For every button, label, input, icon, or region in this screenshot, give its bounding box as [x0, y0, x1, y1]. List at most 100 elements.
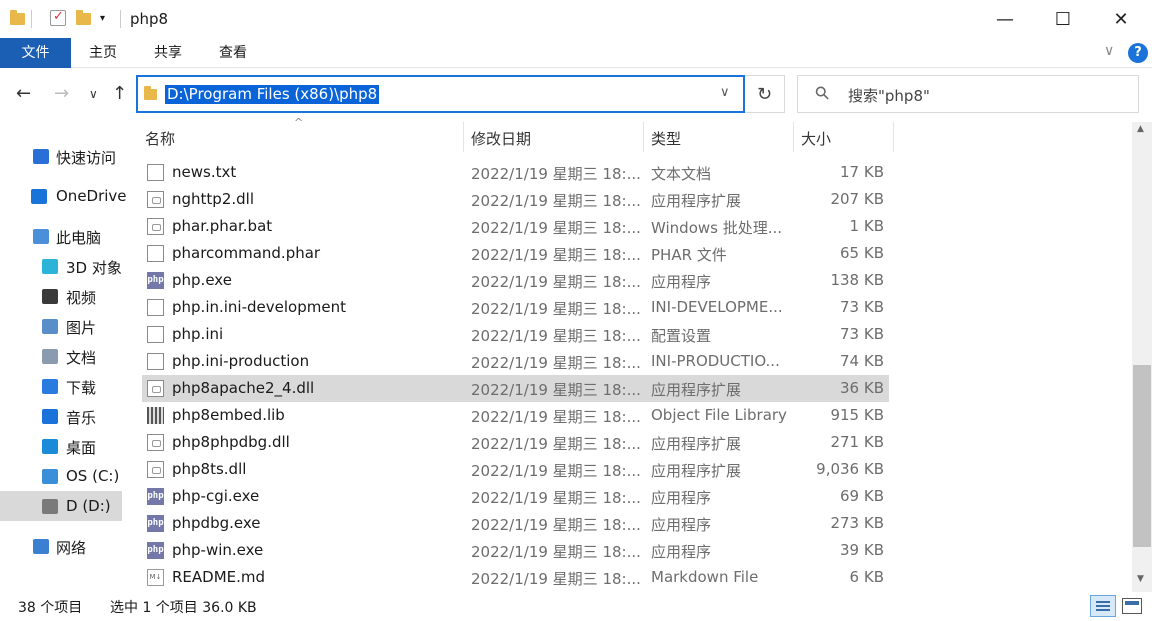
- film-icon: [42, 289, 58, 304]
- details-view-icon[interactable]: [1090, 595, 1116, 617]
- tab-home[interactable]: 主页: [80, 38, 126, 68]
- file-name: php.ini-production: [172, 352, 310, 370]
- sidebar-item[interactable]: 文档: [0, 341, 122, 371]
- file-row[interactable]: nghttp2.dll 2022/1/19 星期三 18:... 应用程序扩展 207…: [142, 186, 889, 213]
- file-size: 73 KB: [840, 298, 884, 316]
- sidebar-item[interactable]: D (D:): [0, 491, 122, 521]
- file-type: 应用程序扩展: [651, 435, 742, 453]
- refresh-button[interactable]: ↻: [745, 75, 785, 113]
- column-header-date[interactable]: 修改日期: [471, 128, 531, 149]
- sidebar-item[interactable]: 网络: [0, 531, 122, 561]
- vertical-scrollbar[interactable]: ▲ ▼: [1132, 122, 1152, 592]
- file-row[interactable]: php php-cgi.exe 2022/1/19 星期三 18:... 应用程序 69…: [142, 483, 889, 510]
- file-date: 2022/1/19 星期三 18:...: [471, 327, 641, 345]
- help-icon[interactable]: ?: [1128, 43, 1148, 63]
- folder-icon: [10, 10, 26, 26]
- status-bar: 38 个项目 选中 1 个项目 36.0 KB: [0, 592, 1152, 621]
- file-row[interactable]: M↓ README.md 2022/1/19 星期三 18:... Markdown …: [142, 564, 889, 591]
- file-name: phar.phar.bat: [172, 217, 273, 235]
- minimize-button[interactable]: —: [976, 0, 1034, 38]
- properties-icon[interactable]: ✓: [50, 9, 66, 26]
- sidebar-item[interactable]: 快速访问: [0, 141, 122, 171]
- sidebar-item[interactable]: 此电脑: [0, 221, 122, 251]
- cube-icon: [42, 259, 58, 274]
- forward-button[interactable]: →: [54, 83, 69, 104]
- file-row[interactable]: pharcommand.phar 2022/1/19 星期三 18:... PHAR…: [142, 240, 889, 267]
- file-row[interactable]: php8embed.lib 2022/1/19 星期三 18:... Object …: [142, 402, 889, 429]
- file-row[interactable]: php8apache2_4.dll 2022/1/19 星期三 18:... 应用程…: [142, 375, 889, 402]
- tab-share[interactable]: 共享: [145, 38, 191, 68]
- file-name: php-win.exe: [172, 541, 264, 559]
- file-icon: [147, 245, 164, 262]
- file-type: INI-DEVELOPME...: [651, 298, 783, 316]
- dll-icon: [147, 461, 164, 478]
- file-row[interactable]: php8ts.dll 2022/1/19 星期三 18:... 应用程序扩展 9,03…: [142, 456, 889, 483]
- address-path[interactable]: D:\Program Files (x86)\php8: [165, 85, 380, 104]
- column-header-type[interactable]: 类型: [651, 128, 681, 149]
- markdown-icon: M↓: [147, 569, 164, 586]
- back-button[interactable]: ←: [16, 83, 31, 104]
- star-icon: [33, 149, 49, 164]
- ribbon-expand-icon[interactable]: ∨: [1104, 43, 1114, 59]
- file-row[interactable]: php.in.ini-development 2022/1/19 星期三 18:.…: [142, 294, 889, 321]
- address-bar[interactable]: D:\Program Files (x86)\php8 ∨: [136, 75, 745, 113]
- sidebar-item[interactable]: OS (C:): [0, 461, 122, 491]
- file-size: 65 KB: [840, 244, 884, 262]
- file-row[interactable]: php phpdbg.exe 2022/1/19 星期三 18:... 应用程序 273…: [142, 510, 889, 537]
- file-row[interactable]: news.txt 2022/1/19 星期三 18:... 文本文档 17 KB: [142, 159, 889, 186]
- scroll-down-icon[interactable]: ▼: [1137, 574, 1144, 584]
- dll-icon: [147, 434, 164, 451]
- file-size: 39 KB: [840, 541, 884, 559]
- large-icons-view-icon[interactable]: [1122, 598, 1142, 614]
- file-date: 2022/1/19 星期三 18:...: [471, 219, 641, 237]
- search-box[interactable]: ⚲ 搜索"php8": [797, 75, 1139, 113]
- scroll-up-icon[interactable]: ▲: [1137, 124, 1144, 134]
- sidebar-item[interactable]: OneDrive: [0, 181, 127, 211]
- new-folder-icon[interactable]: [76, 10, 92, 26]
- scrollbar-thumb[interactable]: [1133, 365, 1151, 547]
- desktop-icon: [42, 439, 58, 454]
- file-name: news.txt: [172, 163, 237, 181]
- up-button[interactable]: ↑: [112, 83, 127, 104]
- address-dropdown-icon[interactable]: ∨: [720, 85, 730, 100]
- sidebar-item[interactable]: 桌面: [0, 431, 122, 461]
- customize-toolbar-icon[interactable]: ▾: [100, 13, 116, 29]
- maximize-button[interactable]: ☐: [1034, 0, 1092, 38]
- sidebar-item[interactable]: 3D 对象: [0, 251, 122, 281]
- sidebar-item[interactable]: 图片: [0, 311, 122, 341]
- file-row[interactable]: php8phpdbg.dll 2022/1/19 星期三 18:... 应用程序扩展…: [142, 429, 889, 456]
- file-row[interactable]: php php.exe 2022/1/19 星期三 18:... 应用程序 138 KB: [142, 267, 889, 294]
- file-size: 73 KB: [840, 325, 884, 343]
- file-row[interactable]: php php-win.exe 2022/1/19 星期三 18:... 应用程序 39…: [142, 537, 889, 564]
- network-icon: [33, 539, 49, 554]
- column-header-size[interactable]: 大小: [801, 128, 831, 149]
- file-type: 文本文档: [651, 165, 712, 183]
- tab-view[interactable]: 查看: [210, 38, 256, 68]
- tab-file[interactable]: 文件: [0, 38, 71, 68]
- php-exe-icon: php: [147, 488, 164, 505]
- document-icon: [42, 349, 58, 364]
- sidebar-item-label: 下载: [66, 379, 97, 397]
- sidebar-item-label: 3D 对象: [66, 259, 122, 277]
- sidebar-item-label: 音乐: [66, 409, 97, 427]
- sidebar-item-label: OneDrive: [56, 187, 127, 205]
- close-button[interactable]: ✕: [1092, 0, 1150, 38]
- file-row[interactable]: php.ini-production 2022/1/19 星期三 18:... IN…: [142, 348, 889, 375]
- file-date: 2022/1/19 星期三 18:...: [471, 408, 641, 426]
- file-name: php8phpdbg.dll: [172, 433, 290, 451]
- file-size: 9,036 KB: [816, 460, 884, 478]
- sidebar-item[interactable]: 下载: [0, 371, 122, 401]
- column-header-name[interactable]: 名称: [145, 128, 175, 149]
- search-input[interactable]: 搜索"php8": [848, 85, 930, 106]
- sidebar-item-label: 桌面: [66, 439, 97, 457]
- file-type: 应用程序扩展: [651, 462, 742, 480]
- sidebar-item[interactable]: 音乐: [0, 401, 122, 431]
- file-size: 74 KB: [840, 352, 884, 370]
- file-row[interactable]: php.ini 2022/1/19 星期三 18:... 配置设置 73 KB: [142, 321, 889, 348]
- file-icon: [147, 353, 164, 370]
- file-name: phpdbg.exe: [172, 514, 261, 532]
- recent-locations-button[interactable]: ∨: [89, 87, 98, 101]
- sidebar-item[interactable]: 视频: [0, 281, 122, 311]
- file-row[interactable]: phar.phar.bat 2022/1/19 星期三 18:... Windows…: [142, 213, 889, 240]
- drive-icon: [42, 499, 58, 514]
